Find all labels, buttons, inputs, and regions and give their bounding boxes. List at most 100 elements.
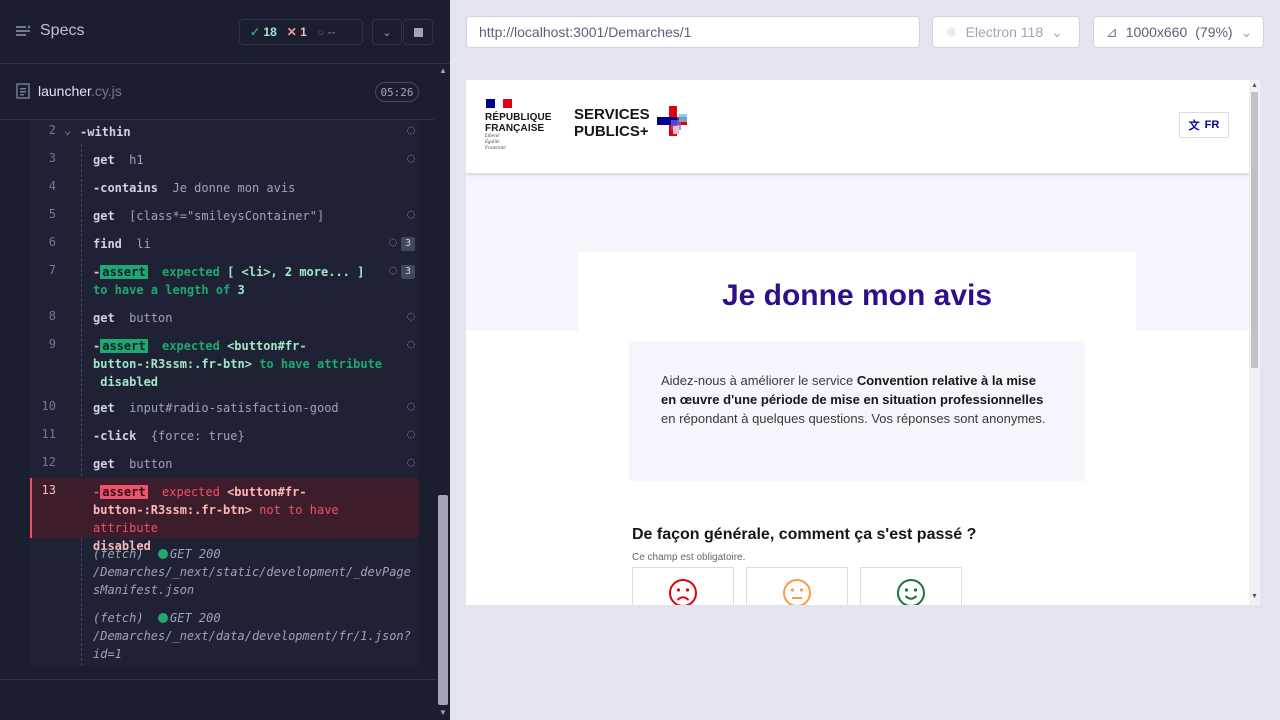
fetch-url: /Demarches/_next/data/development/fr/1.j… — [93, 629, 411, 643]
command-number: 8 — [48, 309, 56, 323]
pending-circle-icon: ○ — [316, 25, 325, 39]
assert-subject: [ <li>, 2 more... ] — [227, 265, 365, 279]
rf-line: FRANÇAISE — [485, 123, 545, 134]
command-list: 2 ⌄ -within ◌ 3 get h1 ◌ 4 -contains Je … — [30, 120, 419, 666]
command-name: get — [93, 153, 115, 167]
fetch-label: (fetch) — [93, 611, 144, 625]
assert-text: to have attribute — [259, 357, 383, 371]
document-icon — [16, 83, 30, 99]
command-number: 11 — [41, 427, 56, 441]
command-row[interactable]: 12 get button ◌ — [30, 455, 419, 477]
command-number: 9 — [48, 337, 56, 351]
fetch-url: id=1 — [93, 647, 122, 661]
browser-selector[interactable]: ⚛ Electron 118 ⌄ — [932, 16, 1080, 48]
smiley-option-bad[interactable] — [632, 567, 734, 605]
happy-face-icon — [897, 579, 925, 605]
question-title: De façon générale, comment ça s'est pass… — [632, 526, 977, 543]
ruler-icon: ⊿ — [1106, 23, 1118, 40]
assert-badge: assert — [100, 265, 148, 279]
command-name: get — [93, 457, 115, 471]
scroll-up-icon[interactable]: ▲ — [439, 66, 447, 75]
scroll-down-icon[interactable]: ▼ — [1251, 593, 1258, 600]
services-publics-logo[interactable]: SERVICES PUBLICS+ — [574, 106, 650, 140]
assert-text: expected — [162, 339, 220, 353]
command-row[interactable]: 9 - assert expected <button#fr-button-:R3… — [30, 337, 419, 395]
scroll-up-icon[interactable]: ▲ — [1251, 82, 1258, 89]
smiley-option-good[interactable] — [860, 567, 962, 605]
command-number: 4 — [48, 179, 56, 193]
pending-count: ○ -- — [317, 25, 336, 39]
app-preview-panel: http://localhost:3001/Demarches/1 ⚛ Elec… — [450, 0, 1280, 720]
page-scroll-thumb[interactable] — [1251, 92, 1258, 368]
language-code: FR — [1204, 119, 1220, 131]
failed-count: ✕ 1 — [287, 25, 307, 39]
spec-file-row[interactable]: launcher.cy.js 05:26 — [0, 64, 434, 120]
stop-icon — [413, 27, 423, 37]
rf-motto: Liberté Égalité Fraternité — [485, 134, 506, 152]
command-row[interactable]: 2 ⌄ -within ◌ — [30, 123, 419, 145]
url-bar[interactable]: http://localhost:3001/Demarches/1 — [466, 16, 920, 48]
assert-subject: <button#fr- — [227, 339, 307, 353]
command-number: 6 — [48, 235, 56, 249]
command-row[interactable]: 10 get input#radio-satisfaction-good ◌ — [30, 399, 419, 421]
eye-slash-icon: ◌ — [407, 337, 415, 352]
command-name: -click — [93, 429, 137, 443]
collapse-button[interactable]: ⌄ — [372, 19, 402, 45]
command-log-panel: Specs ✓ 18 ✕ 1 ○ -- ⌄ launcher.cy.js 05:… — [0, 0, 450, 720]
eye-slash-icon: ◌ — [407, 207, 415, 222]
command-row[interactable]: 11 -click {force: true} ◌ — [30, 427, 419, 449]
failed-command-row[interactable]: 13 - assert expected <button#fr-button-:R… — [30, 483, 419, 553]
command-row[interactable]: 8 get button ◌ — [30, 309, 419, 331]
sp-line: PUBLICS+ — [574, 123, 649, 140]
command-number: 2 — [48, 123, 56, 137]
command-arg: li — [136, 237, 151, 251]
assert-value: disabled — [100, 375, 159, 389]
eye-slash-icon: ◌ — [389, 263, 397, 278]
command-arg: button — [129, 457, 173, 471]
smiley-option-neutral[interactable] — [746, 567, 848, 605]
eye-slash-icon: ◌ — [407, 455, 415, 470]
chevron-down-icon: ⌄ — [1240, 23, 1253, 40]
fetch-status: GET 200 — [170, 547, 221, 561]
status-dot-icon — [158, 613, 169, 623]
fetch-log-row[interactable]: (fetch) GET 200/Demarches/_next/static/d… — [30, 545, 419, 601]
element-count-badge: 3 — [401, 265, 415, 279]
specs-toggle[interactable]: Specs — [16, 22, 84, 40]
eye-slash-icon: ◌ — [389, 235, 397, 250]
assert-text: expected — [162, 485, 220, 499]
neutral-face-icon — [783, 579, 811, 605]
command-name: get — [93, 311, 115, 325]
command-row[interactable]: 3 get h1 ◌ — [30, 151, 419, 173]
command-name: -contains — [93, 181, 159, 195]
passed-value: 18 — [263, 25, 277, 39]
fetch-log-row[interactable]: (fetch) GET 200/Demarches/_next/data/dev… — [30, 609, 419, 665]
republique-logo[interactable]: RÉPUBLIQUE FRANÇAISE — [485, 112, 552, 134]
intro-text: en répondant à quelques questions. Vos r… — [661, 411, 1046, 426]
scroll-down-icon[interactable]: ▼ — [439, 708, 447, 717]
viewport-size: 1000x660 — [1125, 24, 1188, 40]
command-number: 3 — [48, 151, 56, 165]
command-row[interactable]: 5 get [class*="smileysContainer"] ◌ — [30, 207, 419, 229]
command-row[interactable]: 4 -contains Je donne mon avis — [30, 179, 419, 201]
viewport-zoom: (79%) — [1195, 24, 1233, 40]
specs-title: Specs — [40, 22, 85, 39]
command-arg: [class*="smileysContainer"] — [129, 209, 325, 223]
command-name: get — [93, 401, 115, 415]
command-arg: {force: true} — [150, 429, 245, 443]
command-number: 10 — [41, 399, 56, 413]
failed-value: 1 — [300, 25, 307, 39]
language-selector[interactable]: 文 FR — [1179, 112, 1229, 138]
chevron-down-icon: ⌄ — [64, 123, 72, 137]
menu-icon — [16, 25, 31, 36]
viewport-selector[interactable]: ⊿ 1000x660 (79%) ⌄ — [1093, 16, 1264, 48]
translate-icon: 文 — [1188, 120, 1200, 132]
assert-subject: <button#fr- — [227, 485, 307, 499]
stop-button[interactable] — [403, 19, 433, 45]
eye-slash-icon: ◌ — [407, 427, 415, 442]
command-name: find — [93, 237, 122, 251]
fetch-url: /Demarches/_next/static/development/_dev… — [93, 565, 411, 579]
test-stats: ✓ 18 ✕ 1 ○ -- — [239, 19, 363, 45]
command-row[interactable]: 7 - assert expected [ <li>, 2 more... ] to… — [30, 263, 419, 303]
command-row[interactable]: 6 find li ◌ 3 — [30, 235, 419, 257]
command-log-scroll-thumb[interactable] — [438, 495, 448, 705]
